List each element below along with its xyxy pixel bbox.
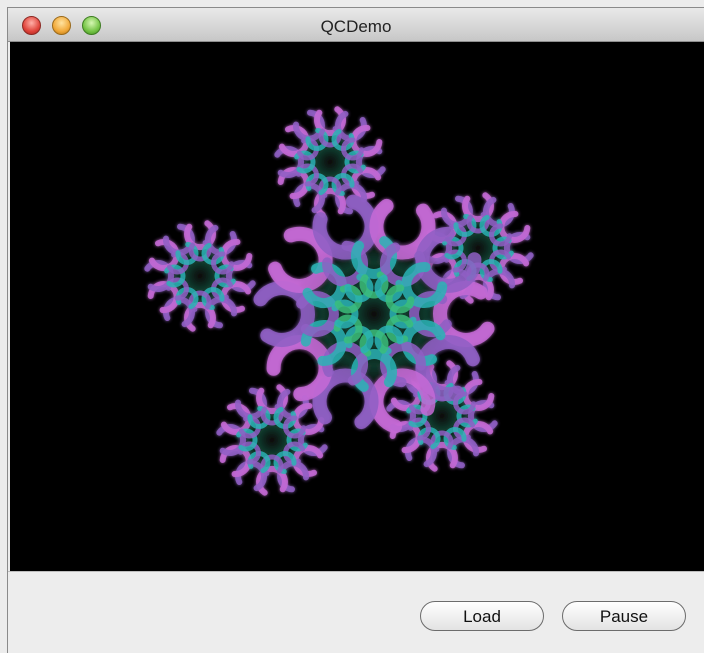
- composition-view[interactable]: [10, 42, 704, 571]
- satellite-inner-5: [164, 240, 236, 312]
- load-button[interactable]: Load: [420, 601, 544, 631]
- bottom-bar: Load Pause: [8, 571, 704, 653]
- pause-button[interactable]: Pause: [562, 601, 686, 631]
- window-title: QCDemo: [320, 17, 392, 36]
- satellite-inner-1: [294, 126, 366, 198]
- app-window: QCDemo Load Pause: [8, 8, 704, 653]
- satellite-inner-4: [236, 404, 308, 476]
- title-bar[interactable]: QCDemo: [8, 8, 704, 42]
- fractal-flower-graphic: [144, 106, 534, 496]
